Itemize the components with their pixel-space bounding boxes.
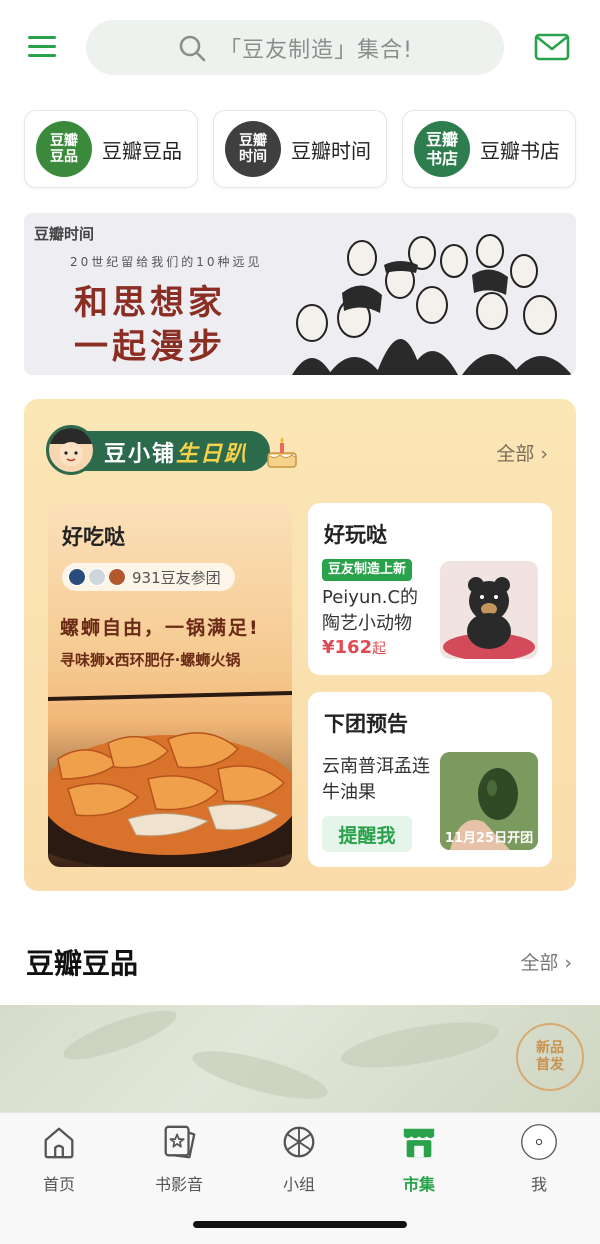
goods-banner[interactable]: 新品 首发 xyxy=(0,1005,600,1113)
bear-figurine-image xyxy=(440,561,538,659)
remind-button[interactable]: 提醒我 xyxy=(322,816,412,852)
good-fun-text: Peiyun.C的陶艺小动物 xyxy=(322,587,419,634)
douban-bookstore-logo: 豆瓣 书店 xyxy=(414,121,470,177)
shop-title: 豆小铺生日趴 xyxy=(104,442,249,467)
tab-media[interactable]: 书影音 xyxy=(134,1123,224,1195)
category-row: 豆瓣 豆品 豆瓣豆品 豆瓣 时间 豆瓣时间 豆瓣 书店 豆瓣书店 xyxy=(24,110,576,190)
category-douban-bookstore[interactable]: 豆瓣 书店 豆瓣书店 xyxy=(402,110,576,188)
promo-banner[interactable]: 豆瓣时间 20世纪留给我们的10种远见 和思想家 一起漫步 xyxy=(24,213,576,375)
new-arrival-stamp: 新品 首发 xyxy=(516,1023,584,1091)
banner-title-line2: 一起漫步 xyxy=(74,327,226,367)
book-movie-music-icon xyxy=(164,1125,196,1159)
preview-title: 下团预告 xyxy=(324,712,408,736)
good-fun-card[interactable]: 好玩哒 豆友制造上新 Peiyun.C的陶艺小动物 ¥162起 xyxy=(308,503,552,675)
mail-icon[interactable] xyxy=(534,33,570,61)
groups-icon xyxy=(283,1126,315,1158)
category-label: 豆瓣书店 xyxy=(480,138,560,163)
douban-time-logo: 豆瓣 时间 xyxy=(225,121,281,177)
preview-text: 云南普洱孟连牛油果 xyxy=(322,756,430,803)
preview-card[interactable]: 下团预告 云南普洱孟连牛油果 提醒我 11月25日开团 xyxy=(308,692,552,867)
menu-icon[interactable] xyxy=(28,33,58,61)
top-header: 「豆友制造」集合! xyxy=(0,0,600,96)
home-icon xyxy=(44,1127,74,1159)
good-fun-title: 好玩哒 xyxy=(324,523,387,547)
tab-me[interactable]: 我 xyxy=(494,1123,584,1195)
banner-brand: 豆瓣时间 xyxy=(34,225,95,243)
thinkers-illustration xyxy=(292,234,572,375)
market-store-icon xyxy=(403,1128,435,1158)
good-food-desc: 寻味狮x西环肥仔·螺蛳火锅 xyxy=(60,651,241,669)
home-indicator[interactable] xyxy=(193,1221,407,1228)
section-title: 豆瓣豆品 xyxy=(26,947,139,980)
shop-section: 豆小铺生日趴 全部 › 好吃哒 931豆友参团 螺蛳自由，一锅满足! 寻味狮x西… xyxy=(24,399,576,891)
user-avatar xyxy=(108,568,126,586)
participants-chip: 931豆友参团 xyxy=(62,563,235,591)
section-all-link[interactable]: 全部 › xyxy=(520,948,572,975)
douban-goods-logo: 豆瓣 豆品 xyxy=(36,121,92,177)
cake-icon xyxy=(267,437,297,468)
banner-title-line1: 和思想家 xyxy=(74,283,226,323)
category-label: 豆瓣豆品 xyxy=(102,138,182,163)
good-food-slogan: 螺蛳自由，一锅满足! xyxy=(60,617,260,639)
category-douban-time[interactable]: 豆瓣 时间 豆瓣时间 xyxy=(213,110,387,188)
tab-market[interactable]: 市集 xyxy=(374,1123,464,1195)
open-date-label: 11月25日开团 xyxy=(444,831,534,846)
search-placeholder: 「豆友制造」集合! xyxy=(219,37,413,63)
search-icon xyxy=(179,35,206,61)
category-label: 豆瓣时间 xyxy=(291,138,371,163)
user-avatar xyxy=(88,568,106,586)
participants-count: 931豆友参团 xyxy=(132,568,221,587)
good-fun-price: ¥162起 xyxy=(322,637,387,658)
mascot-avatar xyxy=(46,425,96,475)
profile-avatar-icon xyxy=(521,1124,557,1160)
user-avatar xyxy=(68,568,86,586)
new-tag: 豆友制造上新 xyxy=(322,559,413,581)
tab-groups[interactable]: 小组 xyxy=(254,1123,344,1195)
avocado-image: 11月25日开团 xyxy=(440,752,538,850)
shop-badge: 豆小铺生日趴 xyxy=(46,423,297,477)
search-bar[interactable]: 「豆友制造」集合! xyxy=(86,20,504,75)
category-douban-goods[interactable]: 豆瓣 豆品 豆瓣豆品 xyxy=(24,110,198,188)
hotpot-image xyxy=(48,691,292,867)
shop-all-link[interactable]: 全部 › xyxy=(496,439,548,466)
tab-home[interactable]: 首页 xyxy=(14,1123,104,1195)
banner-subtitle: 20世纪留给我们的10种远见 xyxy=(70,255,263,269)
good-food-title: 好吃哒 xyxy=(62,525,125,549)
good-food-card[interactable]: 好吃哒 931豆友参团 螺蛳自由，一锅满足! 寻味狮x西环肥仔·螺蛳火锅 xyxy=(48,503,292,867)
leaf-shadow-pattern xyxy=(63,1010,499,1099)
